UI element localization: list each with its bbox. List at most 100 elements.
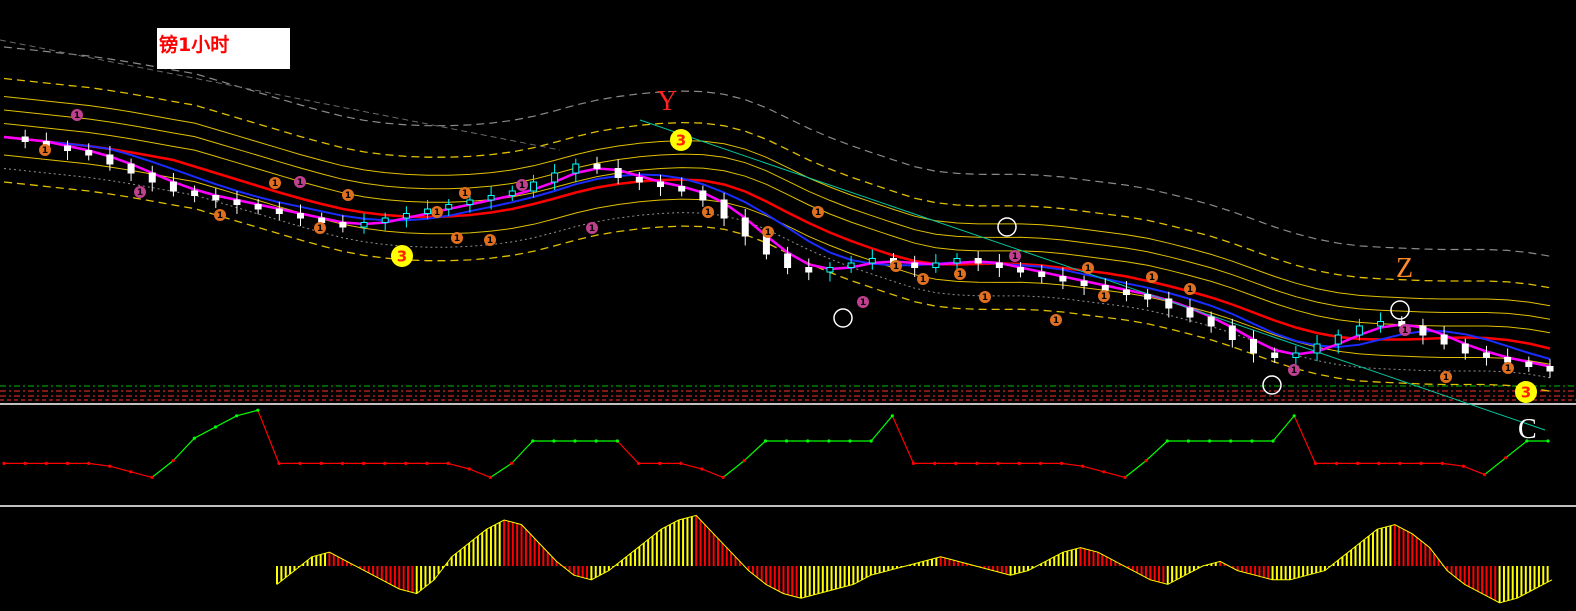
osc-segment: [870, 415, 893, 442]
candle-body: [614, 168, 622, 178]
badge-label: 1: [920, 275, 926, 285]
badge-label: 1: [345, 191, 351, 201]
osc-segment: [722, 460, 745, 478]
osc-point: [446, 461, 450, 465]
badge-label: 1: [434, 208, 440, 218]
signal-dot: 1: [586, 222, 598, 234]
osc-point: [1229, 439, 1233, 443]
signal-dot: 1: [702, 206, 714, 218]
badge-label: 1: [860, 298, 866, 308]
signal-dot: 1: [459, 187, 471, 199]
osc-point: [531, 439, 535, 443]
osc-point: [1165, 439, 1169, 443]
candle-body: [551, 172, 559, 183]
osc-point: [298, 461, 302, 465]
candle-body: [106, 154, 114, 165]
candle-body: [318, 217, 326, 223]
osc-point: [1377, 461, 1381, 465]
osc-point: [1017, 461, 1021, 465]
wave-label-c: C: [1518, 414, 1537, 445]
signal-dot: 1: [1050, 314, 1062, 326]
osc-segment: [1484, 457, 1507, 476]
osc-point: [1419, 461, 1423, 465]
candle-body: [233, 199, 241, 205]
signal-dot: 1: [214, 209, 226, 221]
osc-point: [573, 439, 577, 443]
candle-body: [254, 204, 262, 210]
candle-body: [1017, 267, 1025, 273]
osc-point: [44, 461, 48, 465]
osc-point: [1356, 461, 1360, 465]
wave-3-badge: 3: [391, 245, 413, 267]
signal-dot: 1: [269, 177, 281, 189]
badge-label: 1: [487, 236, 493, 246]
badge-label: 1: [1402, 326, 1408, 336]
badge-label: 1: [1187, 285, 1193, 295]
candle-body: [529, 181, 537, 192]
osc-point: [361, 461, 366, 465]
osc-segment: [88, 462, 110, 467]
osc-point: [742, 459, 746, 463]
osc-point: [763, 439, 768, 443]
signal-dot: 1: [1288, 364, 1300, 376]
osc-point: [975, 461, 979, 465]
osc-point: [996, 461, 1000, 465]
candle-body: [762, 235, 770, 255]
badge-label: 1: [74, 111, 80, 121]
candle-body: [974, 258, 982, 264]
osc-point: [658, 461, 662, 465]
candle-body: [191, 190, 199, 196]
signal-dot: 1: [1502, 362, 1514, 374]
osc-point: [636, 461, 641, 465]
badge-label: 1: [765, 228, 771, 238]
candle-body: [720, 199, 728, 219]
osc-point: [700, 467, 704, 471]
signal-dot: 1: [451, 232, 463, 244]
osc-segment: [891, 415, 915, 464]
candle-body: [593, 163, 601, 169]
osc-point: [1504, 456, 1508, 460]
badge-label: 1: [272, 179, 278, 189]
badge-label: 1: [705, 208, 711, 218]
osc-point: [1186, 439, 1191, 443]
candle-body: [1080, 280, 1088, 286]
envelope-band: [3, 77, 1551, 289]
candle-body: [1038, 271, 1046, 277]
osc-point: [1123, 475, 1127, 479]
candle-body: [911, 262, 919, 268]
chart-grid: [0, 385, 1576, 507]
candle-body: [1377, 321, 1385, 327]
osc-segment: [701, 468, 724, 478]
wave-label-z: Z: [1396, 253, 1414, 284]
signal-dot: 1: [294, 176, 306, 188]
badge-label: 1: [137, 188, 143, 198]
osc-point: [23, 461, 27, 465]
osc-point: [192, 436, 196, 440]
osc-point: [1292, 414, 1296, 418]
signal-dot: 1: [484, 234, 496, 246]
osc-point: [552, 439, 556, 443]
candle-body: [678, 186, 686, 192]
candle-body: [784, 253, 792, 268]
osc-point: [108, 464, 112, 468]
hollow-circle-marker: [1262, 375, 1282, 395]
candle-body: [212, 195, 220, 201]
osc-point: [2, 461, 6, 465]
badge-label: 3: [1521, 383, 1531, 401]
candle-body: [275, 208, 283, 214]
osc-point: [1440, 461, 1444, 465]
osc-point: [827, 439, 831, 443]
osc-segment: [172, 437, 195, 462]
osc-point: [890, 414, 894, 418]
candle-body: [657, 181, 665, 187]
badge-label: 1: [1149, 273, 1155, 283]
osc-point: [1482, 473, 1487, 477]
osc-segment: [469, 468, 491, 478]
osc-point: [235, 414, 239, 418]
candle-body: [381, 217, 389, 223]
osc-segment: [1463, 465, 1485, 476]
osc-segment: [490, 462, 512, 478]
candle-body: [1419, 325, 1427, 336]
candle-body: [1482, 352, 1490, 358]
osc-point: [510, 461, 514, 465]
